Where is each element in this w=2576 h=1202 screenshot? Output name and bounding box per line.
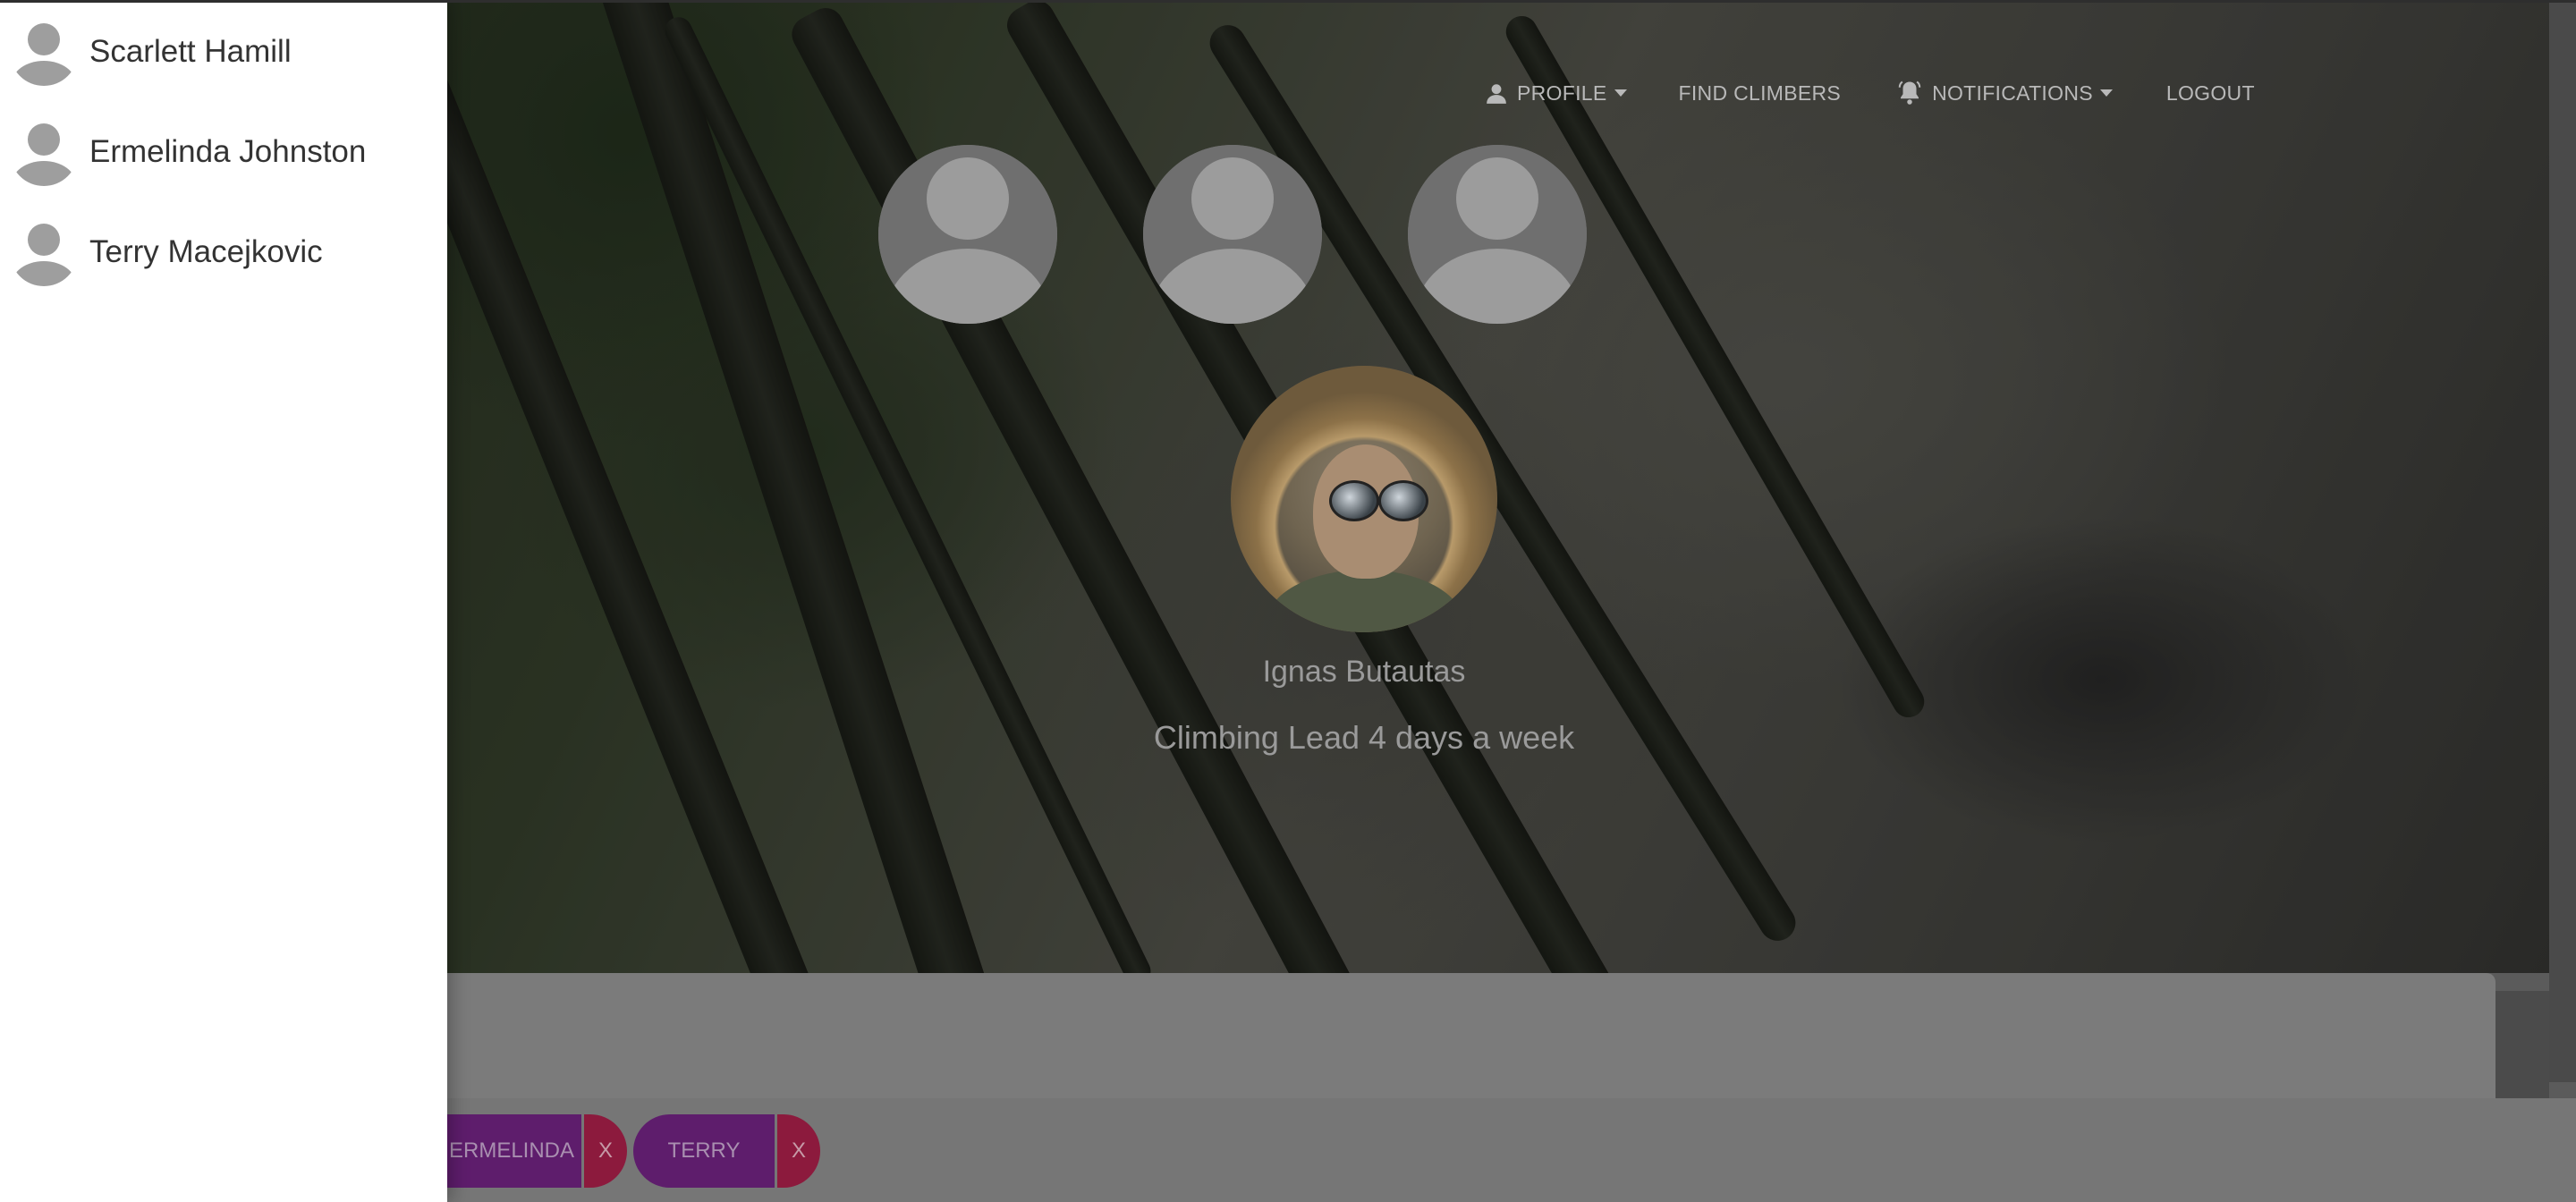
friend-avatar-placeholder[interactable]	[878, 145, 1057, 324]
nav-notifications-label: NOTIFICATIONS	[1932, 80, 2093, 105]
nav-notifications-dropdown[interactable]: NOTIFICATIONS	[1896, 80, 2113, 106]
sidebar-friend-item[interactable]: Terry Macejkovic	[7, 216, 323, 288]
nav-find-climbers-link[interactable]: FIND CLIMBERS	[1679, 81, 1842, 106]
card-shadow	[2496, 991, 2549, 1100]
user-icon	[1487, 84, 1506, 104]
friends-sidebar: Scarlett Hamill Ermelinda Johnston Terry…	[0, 0, 447, 1202]
profile-name: Ignas Butautas	[1262, 655, 1466, 689]
friend-avatar-placeholder[interactable]	[1408, 145, 1587, 324]
default-avatar-icon	[1143, 145, 1322, 324]
top-navbar: PROFILE FIND CLIMBERS NOTIFICATIONS LOGO…	[1485, 79, 2255, 107]
nav-logout-label: LOGOUT	[2165, 80, 2255, 105]
sidebar-friend-item[interactable]: Ermelinda Johnston	[7, 116, 366, 188]
page-edge	[2549, 0, 2576, 1082]
sidebar-friend-name: Terry Macejkovic	[89, 234, 323, 269]
default-avatar-icon	[1408, 145, 1587, 324]
default-avatar-icon	[878, 145, 1057, 324]
sidebar-friend-item[interactable]: Scarlett Hamill	[7, 16, 292, 88]
chat-tab-label[interactable]: ERMELINDA	[442, 1114, 581, 1188]
chat-tab[interactable]: TERRY X	[633, 1114, 820, 1188]
sidebar-friend-name: Scarlett Hamill	[89, 34, 292, 69]
chevron-down-icon	[1614, 89, 1627, 97]
chat-tab-close-button[interactable]: X	[584, 1114, 627, 1188]
chevron-down-icon	[2099, 89, 2113, 97]
nav-logout-link[interactable]: LOGOUT	[2166, 81, 2255, 106]
default-avatar-icon	[12, 224, 76, 286]
default-avatar-icon	[12, 123, 76, 186]
chat-tab-close-button[interactable]: X	[777, 1114, 820, 1188]
nav-find-climbers-label: FIND CLIMBERS	[1678, 80, 1842, 105]
chat-tab[interactable]: ERMELINDA X	[442, 1114, 627, 1188]
window-top-border	[0, 0, 2576, 3]
nav-profile-dropdown[interactable]: PROFILE	[1485, 81, 1627, 106]
bell-icon	[1898, 80, 1921, 105]
sidebar-friend-name: Ermelinda Johnston	[89, 134, 367, 169]
chat-tab-label[interactable]: TERRY	[633, 1114, 775, 1188]
profile-photo	[1231, 366, 1497, 632]
friend-avatar-placeholder[interactable]	[1143, 145, 1322, 324]
profile-tagline: Climbing Lead 4 days a week	[1153, 719, 1575, 756]
content-card	[447, 973, 2496, 1100]
nav-profile-label: PROFILE	[1517, 80, 1607, 105]
default-avatar-icon	[12, 23, 76, 86]
